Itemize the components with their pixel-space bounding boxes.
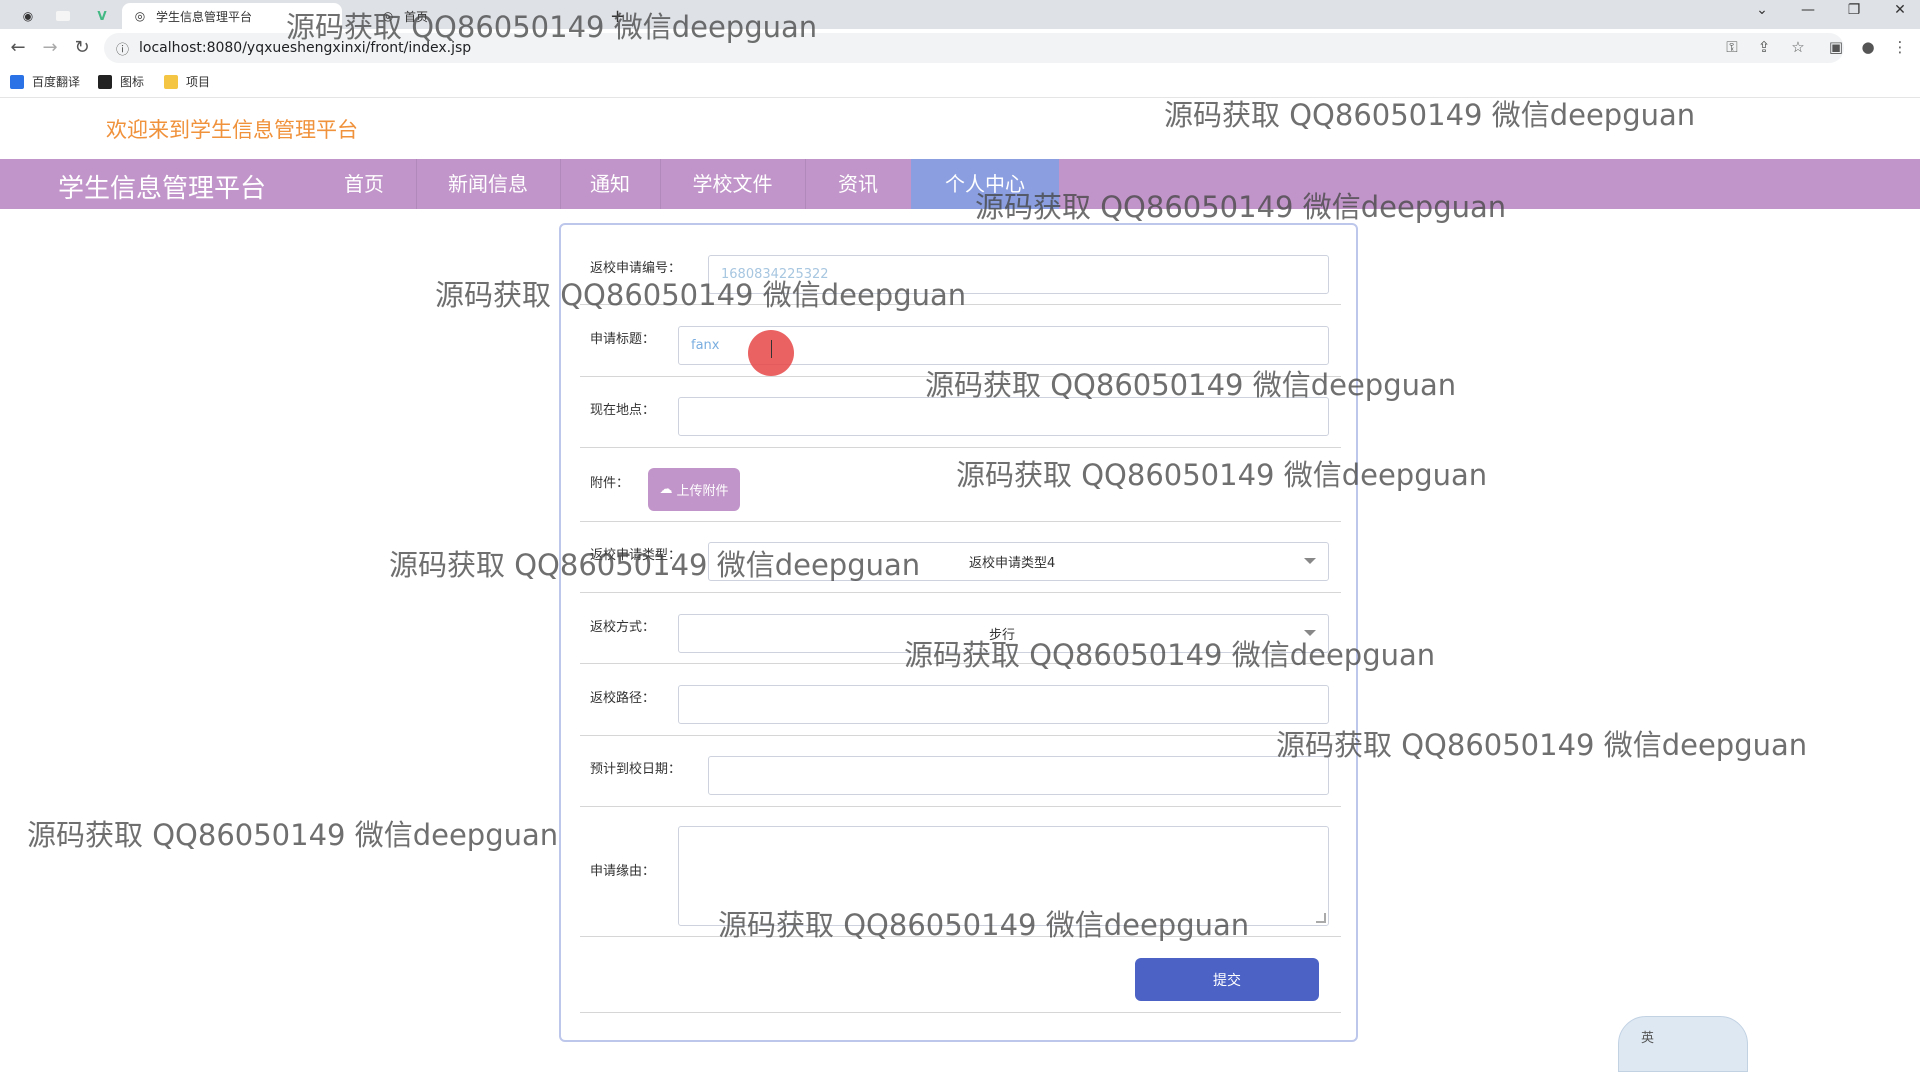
share-icon[interactable]: ⇪ [1752,38,1776,56]
restore-button[interactable]: ❐ [1834,2,1874,18]
row-divider [580,735,1341,736]
tab-blank[interactable] [46,3,78,29]
ime-toolbar[interactable]: 英 [1618,1016,1748,1072]
profile-icon[interactable]: ● [1856,38,1880,56]
watermark: 源码获取 QQ86050149 微信deepguan [925,368,1457,402]
watermark: 源码获取 QQ86050149 微信deepguan [286,10,818,44]
minimize-button[interactable]: — [1788,2,1828,18]
attachment-label: 附件： [590,476,630,491]
folder-icon [164,74,178,89]
reason-label: 申请缘由： [590,864,656,879]
row-divider [580,806,1341,807]
nav-notice[interactable]: 通知 [560,159,661,209]
row-divider [580,592,1341,593]
method-label: 返校方式： [590,620,656,635]
nav-info[interactable]: 资讯 [805,159,911,209]
watermark: 源码获取 QQ86050149 微信deepguan [904,638,1436,672]
nav-school-files[interactable]: 学校文件 [660,159,806,209]
watermark: 源码获取 QQ86050149 微信deepguan [1276,728,1808,762]
site-info-icon[interactable]: ⓘ [116,39,129,58]
globe-icon: ◎ [134,9,146,23]
watermark: 源码获取 QQ86050149 微信deepguan [975,190,1507,224]
welcome-text: 欢迎来到学生信息管理平台 [106,118,358,142]
tab-vue-icon[interactable]: V [84,3,118,29]
bookmark-baidu-translate[interactable]: 百度翻译 [10,73,80,90]
bookmark-star-icon[interactable]: ☆ [1786,38,1810,56]
side-panel-icon[interactable]: ▣ [1824,38,1848,56]
location-label: 现在地点： [590,403,656,418]
watermark: 源码获取 QQ86050149 微信deepguan [27,818,559,852]
watermark: 源码获取 QQ86050149 微信deepguan [956,458,1488,492]
forward-icon[interactable]: → [38,37,62,58]
main-navbar: 学生信息管理平台 首页 新闻信息 通知 学校文件 资讯 个人中心 [0,159,1920,209]
bookmark-icons[interactable]: 图标 [98,73,144,90]
title-label: 申请标题： [590,332,656,347]
date-label: 预计到校日期： [590,762,682,777]
tab-search-icon[interactable]: ⌄ [1742,2,1782,18]
menu-dots-icon[interactable]: ⋮ [1888,38,1912,56]
watermark: 源码获取 QQ86050149 微信deepguan [389,548,921,582]
watermark: 源码获取 QQ86050149 微信deepguan [435,278,967,312]
nav-home[interactable]: 首页 [312,159,417,209]
image-icon [98,74,112,89]
cloud-upload-icon: ☁ [659,482,673,497]
route-input[interactable] [678,685,1329,724]
bookmark-project[interactable]: 项目 [164,73,210,90]
row-divider [580,1012,1341,1013]
watermark: 源码获取 QQ86050149 微信deepguan [1164,98,1696,132]
back-icon[interactable]: ← [6,37,30,58]
upload-attachment-button[interactable]: ☁ 上传附件 [648,468,740,511]
key-icon[interactable]: ⚿ [1720,38,1744,56]
row-divider [580,521,1341,522]
site-brand[interactable]: 学生信息管理平台 [58,168,266,205]
browser-menu-icon[interactable]: ◉ [10,3,44,29]
route-label: 返校路径： [590,691,656,706]
text-cursor-icon [771,340,772,358]
chevron-down-icon [1304,558,1316,564]
nav-news[interactable]: 新闻信息 [416,159,561,209]
row-divider [580,447,1341,448]
submit-button[interactable]: 提交 [1135,958,1319,1001]
translate-icon [10,74,24,89]
date-input[interactable] [708,756,1329,795]
reload-icon[interactable]: ↻ [70,37,94,58]
watermark: 源码获取 QQ86050149 微信deepguan [718,908,1250,942]
close-window-button[interactable]: ✕ [1880,2,1920,18]
